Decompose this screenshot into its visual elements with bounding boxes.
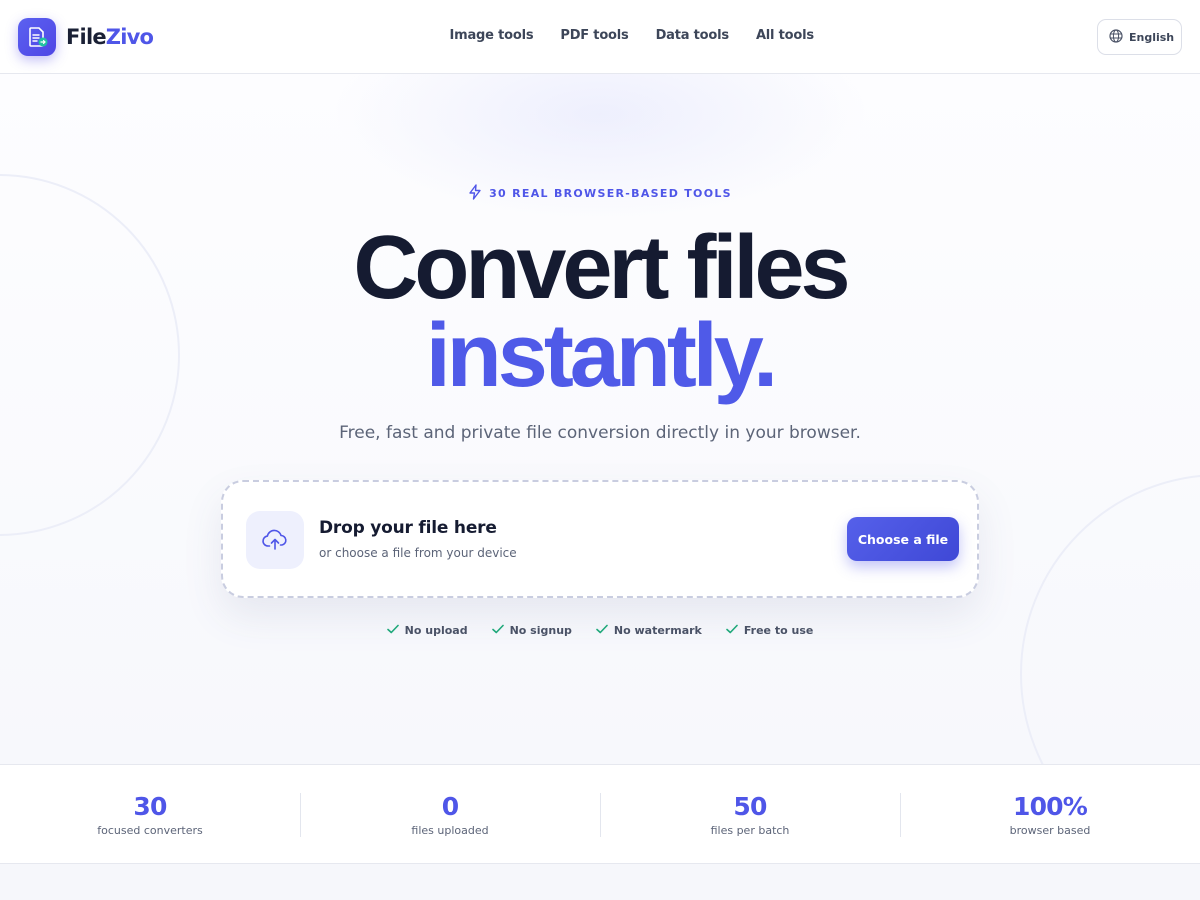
brand-name-part2: Zivo <box>105 25 154 49</box>
language-selector[interactable]: English <box>1097 19 1182 55</box>
language-label: English <box>1129 30 1175 44</box>
eyebrow-text: 30 REAL BROWSER-BASED TOOLS <box>489 187 732 200</box>
stat-item: 30 focused converters <box>0 765 300 863</box>
check-icon <box>596 624 608 637</box>
nav-all-tools[interactable]: All tools <box>742 28 827 43</box>
hero-eyebrow: 30 REAL BROWSER-BASED TOOLS <box>0 184 1200 203</box>
nav-pdf-tools[interactable]: PDF tools <box>547 28 642 43</box>
stat-value: 0 <box>441 791 459 821</box>
globe-icon <box>1109 28 1123 46</box>
stat-value: 100% <box>1012 791 1088 821</box>
feature-item: Free to use <box>726 624 813 637</box>
stat-label: files per batch <box>710 823 790 837</box>
stat-label: focused converters <box>97 823 203 837</box>
drop-zone-subtitle: or choose a file from your device <box>319 546 517 560</box>
feature-label: No watermark <box>613 624 702 637</box>
brand-logo[interactable]: FileZivo <box>18 18 154 56</box>
feature-item: No upload <box>386 624 468 637</box>
stat-value: 30 <box>133 791 167 821</box>
lightning-icon <box>468 184 482 203</box>
nav-data-tools[interactable]: Data tools <box>642 28 742 43</box>
check-icon <box>726 624 738 637</box>
stat-label: files uploaded <box>411 823 489 837</box>
headline-line2: instantly. <box>425 306 778 406</box>
hero-section: 30 REAL BROWSER-BASED TOOLS Convert file… <box>0 74 1200 764</box>
nav-image-tools[interactable]: Image tools <box>436 28 547 43</box>
main-nav: Image tools PDF tools Data tools All too… <box>436 28 827 43</box>
hero-subtitle: Free, fast and private file conversion d… <box>339 423 861 443</box>
brand-name-part1: File <box>66 25 107 49</box>
stat-item: 0 files uploaded <box>300 765 600 863</box>
stat-label: browser based <box>1009 823 1091 837</box>
page-footer-strip <box>0 864 1200 900</box>
feature-item: No signup <box>491 624 572 637</box>
brand-name: FileZivo <box>66 25 154 49</box>
decorative-ring <box>1020 474 1200 764</box>
stat-item: 100% browser based <box>900 765 1200 863</box>
stat-item: 50 files per batch <box>600 765 900 863</box>
feature-item: No watermark <box>596 624 702 637</box>
feature-label: No signup <box>509 624 572 637</box>
feature-list: No upload No signup No watermark Free to… <box>0 624 1200 637</box>
stat-value: 50 <box>733 791 767 821</box>
feature-label: No upload <box>404 624 468 637</box>
cloud-upload-icon <box>246 511 304 569</box>
check-icon <box>386 624 399 637</box>
site-header: FileZivo Image tools PDF tools Data tool… <box>0 0 1200 74</box>
file-drop-zone[interactable]: Drop your file here or choose a file fro… <box>221 480 979 598</box>
check-icon <box>491 624 504 637</box>
headline-line1: Convert files <box>353 218 850 318</box>
drop-zone-title: Drop your file here <box>319 518 497 538</box>
document-convert-icon <box>18 18 56 56</box>
hero-headline: Convert files instantly. <box>0 223 1200 406</box>
stats-bar: 30 focused converters 0 files uploaded 5… <box>0 764 1200 864</box>
choose-file-button[interactable]: Choose a file <box>847 517 959 561</box>
feature-label: Free to use <box>743 624 814 637</box>
